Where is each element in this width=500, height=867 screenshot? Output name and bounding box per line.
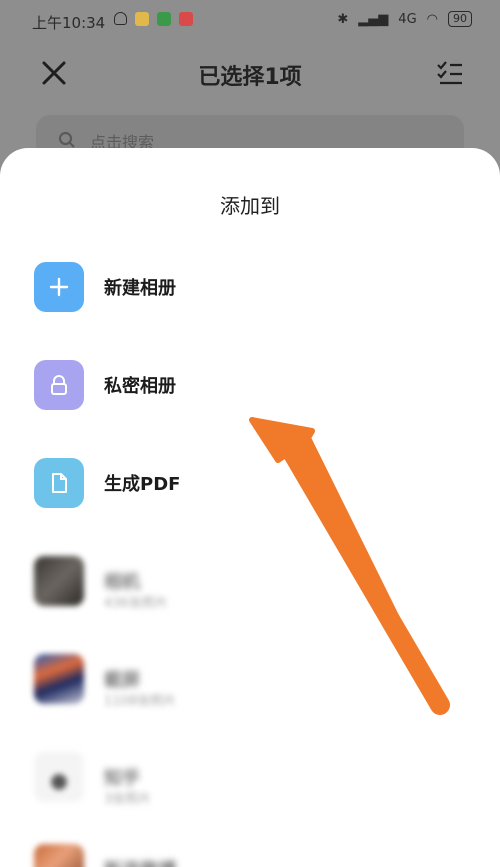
new-album-option[interactable]: 新建相册 xyxy=(34,262,474,314)
album-count: 1108张照片 xyxy=(104,694,177,709)
album-thumbnail xyxy=(34,844,84,867)
private-album-label: 私密相册 xyxy=(104,376,176,397)
album-thumbnail xyxy=(34,654,84,704)
album-weibo[interactable]: 新浪微博 xyxy=(34,844,474,867)
title-bar: 已选择1项 xyxy=(0,45,500,103)
battery-icon: 90 xyxy=(448,11,472,27)
album-name: 新浪微博 xyxy=(104,856,176,867)
generate-pdf-label: 生成PDF xyxy=(104,474,181,495)
wifi-icon: ◠ xyxy=(426,11,438,27)
search-icon xyxy=(58,131,75,148)
generate-pdf-icon xyxy=(34,458,84,508)
message-app-icon xyxy=(179,12,193,26)
album-screenshots[interactable]: 截屏 1108张照片 xyxy=(34,654,474,709)
muted-bell-icon xyxy=(114,12,127,25)
document-icon xyxy=(52,473,67,493)
generate-pdf-option[interactable]: 生成PDF xyxy=(34,458,474,510)
lock-icon xyxy=(51,375,67,395)
add-to-sheet: 添加到 新建相册 私密相册 生成PDF 相机 436张照片 截屏 1108张照片… xyxy=(0,148,500,867)
album-count: 436张照片 xyxy=(104,596,168,611)
album-thumbnail xyxy=(34,752,84,802)
bluetooth-icon: ✱ xyxy=(337,11,349,27)
album-name: 相机 xyxy=(104,572,140,593)
album-zhihu[interactable]: 知乎 3张照片 xyxy=(34,752,474,807)
plus-icon xyxy=(49,277,69,297)
album-name: 截屏 xyxy=(104,670,140,691)
select-all-icon[interactable] xyxy=(436,59,464,87)
status-bar: 上午10:34 ✱ ▂▄▆ 4G ◠ 90 xyxy=(0,0,500,42)
new-album-label: 新建相册 xyxy=(104,278,176,299)
sheet-title: 添加到 xyxy=(220,194,280,218)
signal-icon: ▂▄▆ xyxy=(358,11,389,27)
notification-icons xyxy=(114,12,193,26)
album-thumbnail xyxy=(34,556,84,606)
network-type: 4G xyxy=(398,11,417,27)
album-name: 知乎 xyxy=(104,768,140,789)
phone-app-icon xyxy=(157,12,171,26)
album-count: 3张照片 xyxy=(104,792,152,807)
status-time: 上午10:34 xyxy=(32,14,106,32)
note-app-icon xyxy=(135,12,149,26)
private-album-option[interactable]: 私密相册 xyxy=(34,360,474,412)
private-album-icon xyxy=(34,360,84,410)
battery-level: 90 xyxy=(453,12,467,25)
album-camera[interactable]: 相机 436张照片 xyxy=(34,556,474,611)
new-album-icon xyxy=(34,262,84,312)
status-right: ✱ ▂▄▆ 4G ◠ 90 xyxy=(337,11,472,27)
page-title: 已选择1项 xyxy=(198,65,302,90)
